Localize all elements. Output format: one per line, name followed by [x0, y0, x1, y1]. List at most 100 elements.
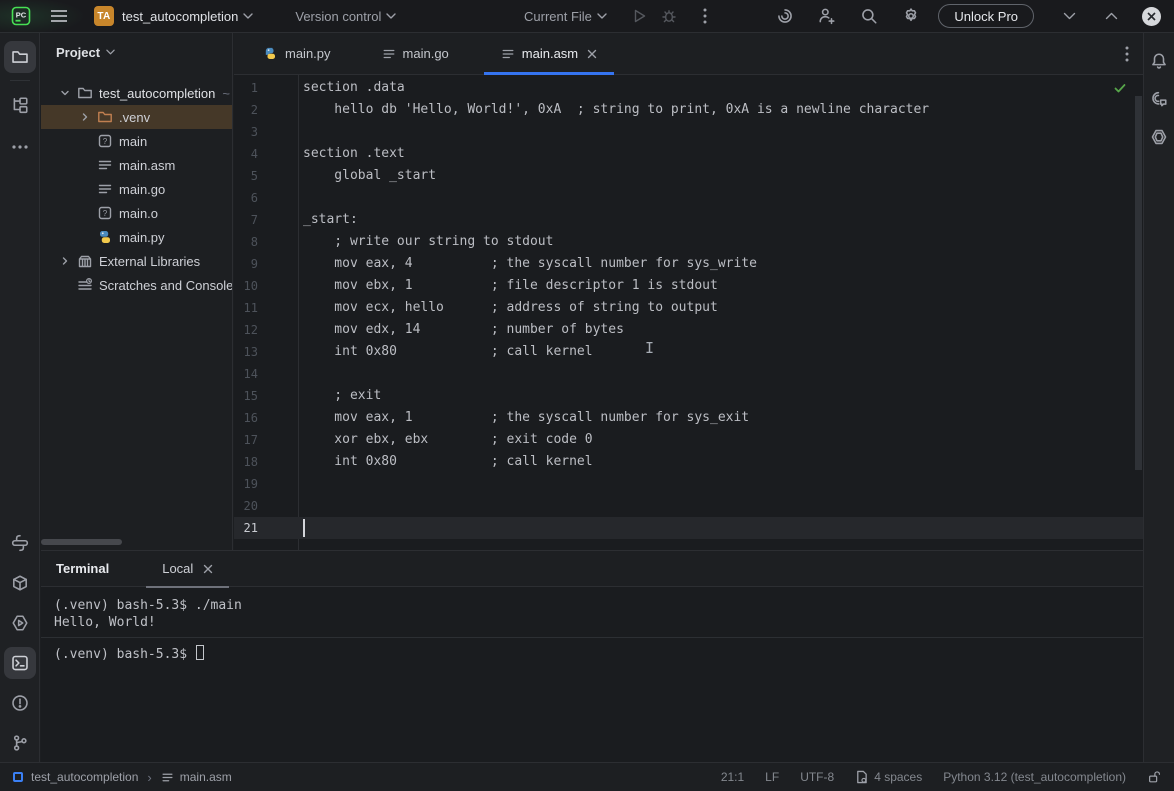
terminal-prompt-line[interactable]: (.venv) bash-5.3$: [54, 645, 1143, 662]
tab-main-go[interactable]: main.go: [365, 33, 466, 74]
structure-tool-icon[interactable]: [4, 89, 36, 121]
code-line-16[interactable]: 16 mov eax, 1 ; the syscall number for s…: [234, 407, 1143, 429]
code-text: int 0x80 ; call kernel: [303, 341, 593, 363]
encoding-widget[interactable]: UTF-8: [800, 770, 834, 784]
terminal-tool-icon[interactable]: [4, 647, 36, 679]
code-line-19[interactable]: 19: [234, 473, 1143, 495]
line-number: 12: [234, 319, 258, 341]
code-editor[interactable]: 1section .data2 hello db 'Hello, World!'…: [234, 75, 1143, 550]
version-control-tool-icon[interactable]: [4, 727, 36, 759]
tree-item--venv[interactable]: .venv: [41, 105, 232, 129]
code-text: xor ebx, ebx ; exit code 0: [303, 429, 593, 451]
terminal-tab-local[interactable]: Local: [146, 551, 229, 587]
window-chevron-down-icon[interactable]: [1063, 12, 1076, 20]
code-line-20[interactable]: 20: [234, 495, 1143, 517]
line-number: 4: [234, 143, 258, 165]
indent-widget[interactable]: 4 spaces: [855, 770, 922, 784]
caret-position-widget[interactable]: 21:1: [721, 770, 744, 784]
code-text: mov ecx, hello ; address of string to ou…: [303, 297, 718, 319]
code-line-15[interactable]: 15 ; exit: [234, 385, 1143, 407]
hexagon-plugin-icon[interactable]: [1143, 121, 1174, 153]
code-line-8[interactable]: 8 ; write our string to stdout: [234, 231, 1143, 253]
line-number: 6: [234, 187, 258, 209]
ai-assistant-chat-icon[interactable]: [1143, 83, 1174, 115]
line-number: 2: [234, 99, 258, 121]
project-tree: test_autocompletion~.venv?mainmain.asmma…: [41, 81, 232, 297]
line-ending-widget[interactable]: LF: [765, 770, 779, 784]
vcs-widget[interactable]: Version control: [295, 9, 381, 24]
window-chevron-up-icon[interactable]: [1105, 12, 1118, 20]
chevron-right-icon[interactable]: [57, 253, 73, 269]
line-number: 21: [234, 517, 258, 539]
main-menu-icon[interactable]: [50, 9, 68, 23]
code-line-18[interactable]: 18 int 0x80 ; call kernel: [234, 451, 1143, 473]
breadcrumb-project[interactable]: test_autocompletion: [31, 770, 138, 784]
tab-label: main.go: [403, 46, 449, 61]
inspection-ok-icon[interactable]: [1113, 81, 1127, 95]
breadcrumb-file[interactable]: main.asm: [180, 770, 232, 784]
line-number: 14: [234, 363, 258, 385]
project-avatar[interactable]: TA: [94, 6, 114, 26]
tree-item-main-py[interactable]: main.py: [41, 225, 232, 249]
search-icon[interactable]: [860, 7, 878, 25]
run-button[interactable]: [631, 8, 647, 24]
notifications-bell-icon[interactable]: [1143, 45, 1174, 77]
code-line-11[interactable]: 11 mov ecx, hello ; address of string to…: [234, 297, 1143, 319]
chevron-down-icon: [106, 49, 115, 55]
code-line-9[interactable]: 9 mov eax, 4 ; the syscall number for sy…: [234, 253, 1143, 275]
tab-label: main.py: [285, 46, 331, 61]
interpreter-widget[interactable]: Python 3.12 (test_autocompletion): [943, 770, 1126, 784]
chevron-right-icon[interactable]: [77, 109, 93, 125]
debug-button[interactable]: [661, 8, 677, 24]
code-line-2[interactable]: 2 hello db 'Hello, World!', 0xA ; string…: [234, 99, 1143, 121]
code-line-17[interactable]: 17 xor ebx, ebx ; exit code 0: [234, 429, 1143, 451]
kebab-menu-icon[interactable]: [703, 8, 707, 24]
tree-item-main-go[interactable]: main.go: [41, 177, 232, 201]
project-panel-header[interactable]: Project: [41, 33, 232, 71]
file-text-icon: [97, 157, 113, 173]
tree-item-test-autocompletion[interactable]: test_autocompletion~: [41, 81, 232, 105]
code-line-4[interactable]: 4section .text: [234, 143, 1143, 165]
code-line-7[interactable]: 7_start:: [234, 209, 1143, 231]
code-line-13[interactable]: 13 int 0x80 ; call kernel: [234, 341, 1143, 363]
code-line-10[interactable]: 10 mov ebx, 1 ; file descriptor 1 is std…: [234, 275, 1143, 297]
tab-options-kebab-icon[interactable]: [1125, 46, 1129, 62]
unlock-pro-button[interactable]: Unlock Pro: [938, 4, 1034, 28]
tab-main-asm[interactable]: main.asm: [484, 33, 614, 74]
project-selector[interactable]: test_autocompletion: [122, 9, 238, 24]
tree-item-main-o[interactable]: ?main.o: [41, 201, 232, 225]
chevron-down-icon[interactable]: [57, 85, 73, 101]
run-configuration-selector[interactable]: Current File: [524, 9, 592, 24]
more-tool-windows-icon[interactable]: [4, 131, 36, 163]
tab-close-icon[interactable]: [587, 49, 597, 59]
code-line-21[interactable]: 21: [234, 517, 1143, 539]
ai-assistant-icon[interactable]: [776, 7, 794, 25]
code-line-6[interactable]: 6: [234, 187, 1143, 209]
problems-tool-icon[interactable]: [4, 687, 36, 719]
horizontal-scrollbar[interactable]: [41, 539, 122, 545]
code-line-14[interactable]: 14: [234, 363, 1143, 385]
services-tool-icon[interactable]: [4, 607, 36, 639]
window-close-icon[interactable]: [1142, 7, 1161, 26]
left-tool-stripe: [0, 33, 40, 762]
tree-item-scratches-and-consoles[interactable]: Scratches and Consoles: [41, 273, 232, 297]
tree-item-main[interactable]: ?main: [41, 129, 232, 153]
vertical-scrollbar[interactable]: [1135, 96, 1142, 470]
code-line-3[interactable]: 3: [234, 121, 1143, 143]
tab-main-py[interactable]: main.py: [246, 33, 348, 74]
add-user-icon[interactable]: [818, 7, 836, 25]
lock-open-icon[interactable]: [1147, 770, 1161, 784]
tree-item-external-libraries[interactable]: External Libraries: [41, 249, 232, 273]
python-packages-tool-icon[interactable]: [4, 567, 36, 599]
line-number: 8: [234, 231, 258, 253]
code-line-12[interactable]: 12 mov edx, 14 ; number of bytes: [234, 319, 1143, 341]
code-line-1[interactable]: 1section .data: [234, 77, 1143, 99]
python-console-tool-icon[interactable]: [4, 527, 36, 559]
tree-item-main-asm[interactable]: main.asm: [41, 153, 232, 177]
settings-gear-icon[interactable]: [902, 7, 920, 25]
tab-close-icon[interactable]: [203, 564, 213, 574]
project-tool-icon[interactable]: [4, 41, 36, 73]
text-file-icon: [161, 771, 174, 784]
code-line-5[interactable]: 5 global _start: [234, 165, 1143, 187]
terminal-output[interactable]: (.venv) bash-5.3$ ./mainHello, World!(.v…: [41, 587, 1143, 662]
